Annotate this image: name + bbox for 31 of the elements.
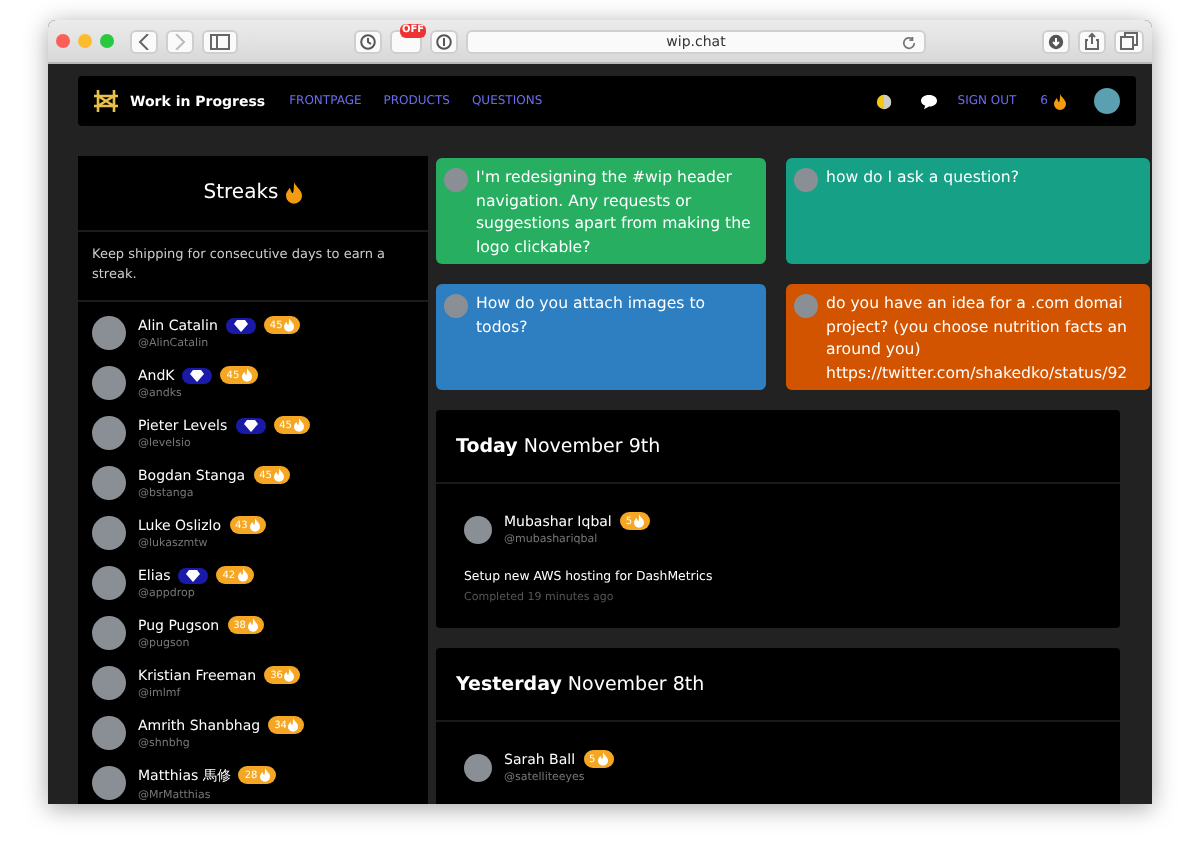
avatar[interactable] <box>92 366 126 400</box>
day-heading: Yesterday November 8th <box>436 648 1120 722</box>
logo-icon[interactable] <box>94 90 118 112</box>
avatar[interactable] <box>92 516 126 550</box>
avatar[interactable] <box>464 753 492 781</box>
chat-bubble-icon[interactable] <box>919 93 938 109</box>
avatar[interactable] <box>92 416 126 450</box>
avatar[interactable] <box>464 515 492 543</box>
download-button[interactable] <box>1042 29 1070 53</box>
share-button[interactable] <box>1078 29 1106 53</box>
history-button[interactable] <box>354 29 382 53</box>
chevron-left-icon <box>138 33 150 49</box>
day-heading: Today November 9th <box>436 410 1120 484</box>
user-avatar[interactable] <box>1094 88 1120 114</box>
back-button[interactable] <box>130 29 158 53</box>
avatar[interactable] <box>92 666 126 700</box>
chevron-right-icon <box>174 33 186 49</box>
sidebar-button[interactable] <box>202 29 238 53</box>
flame-icon <box>286 182 303 204</box>
flame-icon <box>1054 93 1066 109</box>
tabs-button[interactable] <box>1114 29 1144 53</box>
avatar[interactable] <box>92 716 126 750</box>
info-button[interactable] <box>430 29 458 53</box>
avatar[interactable] <box>92 316 126 350</box>
reload-icon[interactable] <box>902 35 916 49</box>
avatar[interactable] <box>92 766 126 800</box>
avatar[interactable] <box>92 566 126 600</box>
avatar[interactable] <box>92 466 126 500</box>
streaks-title: Streaks <box>203 182 279 204</box>
theme-toggle-icon[interactable] <box>875 93 892 109</box>
avatar[interactable] <box>92 616 126 650</box>
